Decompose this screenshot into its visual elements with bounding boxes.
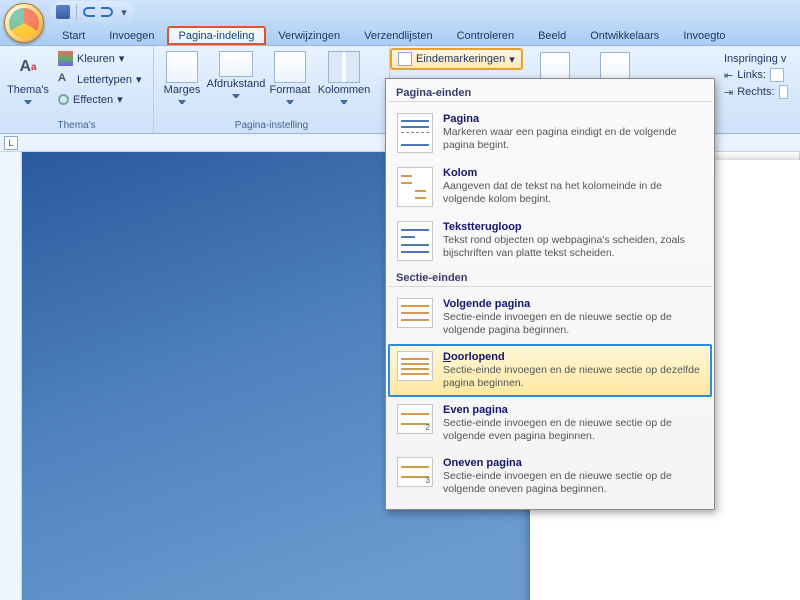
tab-invoegtoepassingen[interactable]: Invoegto xyxy=(671,26,737,45)
themes-icon: Aa xyxy=(12,51,44,83)
indent-links[interactable]: ⇤Links: xyxy=(724,68,788,82)
formaat-button[interactable]: Formaat xyxy=(268,49,312,110)
tab-verzendlijsten[interactable]: Verzendlijsten xyxy=(352,26,445,45)
even-page-break-icon: 2 xyxy=(397,404,433,434)
odd-page-break-icon: 3 xyxy=(397,457,433,487)
doorlopend-label: oorlopend xyxy=(451,351,505,363)
continuous-break-icon xyxy=(397,351,433,381)
effecten-button[interactable]: Effecten ▾ xyxy=(54,91,146,108)
qat-customize-dropdown[interactable]: ▾ xyxy=(119,5,129,19)
menu-item-oneven-pagina[interactable]: 3 Oneven paginaSectie-einde invoegen en … xyxy=(388,450,712,503)
themas-button[interactable]: Aa Thema's xyxy=(6,49,50,110)
tab-invoegen[interactable]: Invoegen xyxy=(97,26,166,45)
size-icon xyxy=(274,51,306,83)
breaks-menu: Pagina-einden PaginaMarkeren waar een pa… xyxy=(385,78,715,510)
ribbon-tabs: Start Invoegen Pagina-indeling Verwijzin… xyxy=(0,24,800,46)
kolommen-button[interactable]: Kolommen xyxy=(316,49,372,110)
tab-selector[interactable]: L xyxy=(4,136,18,150)
tab-verwijzingen[interactable]: Verwijzingen xyxy=(266,26,352,45)
eindemarkeringen-highlight: Eindemarkeringen ▾ xyxy=(390,48,523,70)
tab-controleren[interactable]: Controleren xyxy=(445,26,526,45)
redo-icon[interactable] xyxy=(101,7,113,17)
page-break-icon xyxy=(397,113,433,153)
group-pagina-instelling: Marges Afdrukstand Formaat Kolommen Pagi… xyxy=(154,46,390,133)
save-icon[interactable] xyxy=(56,5,70,19)
fonts-icon: A xyxy=(58,72,73,87)
colors-icon xyxy=(58,51,73,66)
vertical-ruler[interactable] xyxy=(0,152,22,600)
menu-item-doorlopend[interactable]: DoorlopendSectie-einde invoegen en de ni… xyxy=(388,344,712,397)
undo-icon[interactable] xyxy=(83,7,95,17)
textwrap-break-icon xyxy=(397,221,433,261)
indent-rechts[interactable]: ⇥Rechts: xyxy=(724,85,788,99)
group-label-pagina: Pagina-instelling xyxy=(160,118,383,131)
group-themas: Aa Thema's Kleuren ▾ ALettertypen ▾ Effe… xyxy=(0,46,154,133)
kleuren-button[interactable]: Kleuren ▾ xyxy=(54,49,146,68)
eindemarkeringen-button[interactable]: Eindemarkeringen ▾ xyxy=(392,50,521,68)
title-bar: ▾ xyxy=(0,0,800,24)
tab-beeld[interactable]: Beeld xyxy=(526,26,578,45)
afdrukstand-button[interactable]: Afdrukstand xyxy=(208,49,264,104)
qat-separator xyxy=(76,4,77,20)
next-page-break-icon xyxy=(397,298,433,328)
group-label-themas: Thema's xyxy=(6,118,147,131)
columns-icon xyxy=(328,51,360,83)
menu-header-section-breaks: Sectie-einden xyxy=(388,268,712,287)
margins-icon xyxy=(166,51,198,83)
menu-item-volgende-pagina[interactable]: Volgende paginaSectie-einde invoegen en … xyxy=(388,291,712,344)
indent-header: Inspringing v xyxy=(724,53,788,65)
quick-access-toolbar: ▾ xyxy=(50,1,135,23)
menu-item-pagina[interactable]: PaginaMarkeren waar een pagina eindigt e… xyxy=(388,106,712,160)
office-button[interactable] xyxy=(4,3,44,43)
group-inspringing: Inspringing v ⇤Links: ⇥Rechts: xyxy=(716,46,800,101)
menu-item-kolom[interactable]: KolomAangeven dat de tekst na het kolome… xyxy=(388,160,712,214)
menu-header-page-breaks: Pagina-einden xyxy=(388,83,712,102)
marges-button[interactable]: Marges xyxy=(160,49,204,110)
menu-item-tekstterugloop[interactable]: TekstterugloopTekst rond objecten op web… xyxy=(388,214,712,268)
menu-item-even-pagina[interactable]: 2 Even paginaSectie-einde invoegen en de… xyxy=(388,397,712,450)
lettertypen-button[interactable]: ALettertypen ▾ xyxy=(54,70,146,89)
effects-icon xyxy=(58,94,69,105)
tab-pagina-indeling[interactable]: Pagina-indeling xyxy=(167,26,267,45)
tab-ontwikkelaars[interactable]: Ontwikkelaars xyxy=(578,26,671,45)
breaks-icon xyxy=(398,52,412,66)
orientation-icon xyxy=(219,51,253,77)
column-break-icon xyxy=(397,167,433,207)
tab-start[interactable]: Start xyxy=(50,26,97,45)
